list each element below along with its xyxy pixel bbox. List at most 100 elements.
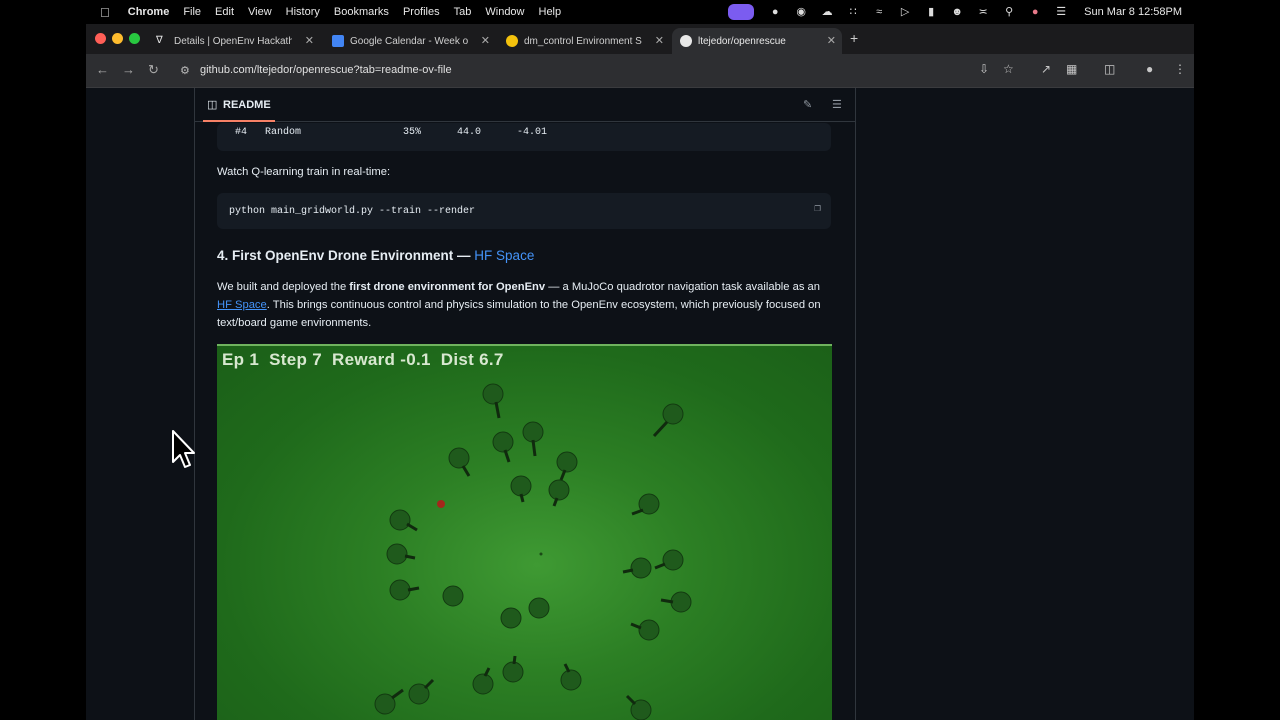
screen-record-icon[interactable] <box>728 4 755 20</box>
tree <box>548 479 570 507</box>
openenv-favicon-icon: ∇ <box>156 35 163 46</box>
tree <box>492 431 514 463</box>
site-info-icon[interactable]: ⚙ <box>180 64 190 77</box>
tree <box>389 509 418 532</box>
search-icon[interactable]: ⚲ <box>1002 6 1016 18</box>
tab-google-calendar[interactable]: Google Calendar - Week of M ✕ <box>324 28 496 54</box>
zoom-window-button[interactable] <box>129 33 140 44</box>
address-bar[interactable]: ⚙ github.com/ltejedor/openrescue?tab=rea… <box>172 58 992 83</box>
code-block: python main_gridworld.py --train --rende… <box>217 193 831 229</box>
drone-simulation-image: Ep 1 Step 7 Reward -0.1 Dist 6.7 <box>217 344 832 720</box>
success-cell: 35% <box>403 127 422 138</box>
outline-list-icon[interactable]: ☰ <box>832 98 842 111</box>
status-icon-1[interactable]: ● <box>768 6 782 18</box>
browser-toolbar: ← → ↻ ⚙ github.com/ltejedor/openrescue?t… <box>86 54 1194 88</box>
tree <box>442 585 464 607</box>
code-line: python main_gridworld.py --train --rende… <box>229 206 476 217</box>
tree <box>654 549 684 571</box>
tab-dm-control[interactable]: dm_control Environment Ser ✕ <box>498 28 670 54</box>
user-icon[interactable]: ☻ <box>950 6 964 18</box>
extensions-puzzle-icon[interactable]: ▦ <box>1066 62 1077 76</box>
minimize-window-button[interactable] <box>112 33 123 44</box>
heading-hf-space-link[interactable]: HF Space <box>474 248 534 263</box>
menu-profiles[interactable]: Profiles <box>403 6 440 18</box>
new-tab-button[interactable]: + <box>850 30 858 46</box>
readme-header: ◫ README ✎ ☰ <box>195 88 855 122</box>
description-paragraph: We built and deployed the first drone en… <box>217 281 821 329</box>
play-icon[interactable]: ▷ <box>898 6 912 18</box>
tree <box>652 403 684 438</box>
agent-cell: Random <box>265 127 302 138</box>
tree <box>389 579 420 601</box>
control-center-icon[interactable]: ☰ <box>1054 6 1068 18</box>
menu-tab[interactable]: Tab <box>454 6 472 18</box>
tree <box>510 475 532 503</box>
tree <box>528 597 550 619</box>
menu-window[interactable]: Window <box>485 6 524 18</box>
reload-icon[interactable]: ↻ <box>148 62 159 78</box>
tab-openenv-details[interactable]: ∇ Details | OpenEnv Hackathon ✕ <box>148 28 320 54</box>
mouse-cursor-icon <box>172 430 195 468</box>
tree <box>500 607 522 629</box>
tree <box>560 663 582 691</box>
extension-icon[interactable]: ↗ <box>1041 62 1051 76</box>
airdrop-icon[interactable]: ≈ <box>872 6 886 18</box>
url-text[interactable]: github.com/ltejedor/openrescue?tab=readm… <box>200 64 452 76</box>
readme-tab-underline <box>203 120 275 122</box>
avatar-icon[interactable]: ● <box>1028 6 1042 18</box>
close-tab-icon[interactable]: ✕ <box>481 34 490 47</box>
apple-icon[interactable]:  <box>100 5 110 20</box>
book-icon: ◫ <box>207 99 218 111</box>
battery-icon[interactable]: ▮ <box>924 6 938 18</box>
tree <box>502 655 524 683</box>
hf-space-link[interactable]: HF Space <box>217 299 267 311</box>
status-icon-3[interactable]: ☁ <box>820 6 834 18</box>
tree <box>482 383 504 419</box>
tree <box>660 591 692 613</box>
status-icon-2[interactable]: ◉ <box>794 6 808 18</box>
page-content: ◫ README ✎ ☰ #4 Random 35% 44.0 -4.01 Wa… <box>86 88 1194 720</box>
wifi-icon[interactable]: ≍ <box>976 6 990 18</box>
menu-history[interactable]: History <box>286 6 320 18</box>
status-area: ● ◉ ☁ ∷ ≈ ▷ ▮ ☻ ≍ ⚲ ● ☰ Sun Mar 8 12:58P… <box>728 0 1280 24</box>
bookmark-star-icon[interactable]: ☆ <box>1003 62 1014 76</box>
copy-icon[interactable]: ❐ <box>814 201 821 215</box>
forward-icon[interactable]: → <box>122 62 135 77</box>
chrome-menu-icon[interactable]: ⋮ <box>1174 62 1186 76</box>
tree-obstacles <box>374 383 692 720</box>
app-menu[interactable]: Chrome <box>128 6 170 18</box>
tree <box>556 451 578 481</box>
calendar-favicon-icon <box>332 35 344 47</box>
readme-tab[interactable]: README <box>223 99 271 111</box>
menu-help[interactable]: Help <box>539 6 562 18</box>
profile-icon[interactable]: ● <box>1146 62 1153 76</box>
menu-edit[interactable]: Edit <box>215 6 234 18</box>
close-tab-icon[interactable]: ✕ <box>655 34 664 47</box>
browser-window: ∇ Details | OpenEnv Hackathon ✕ Google C… <box>86 24 1194 720</box>
tree <box>630 619 660 641</box>
tree <box>374 688 404 715</box>
clock[interactable]: Sun Mar 8 12:58PM <box>1084 6 1182 18</box>
simulation-scene <box>374 383 692 720</box>
tree <box>522 421 544 457</box>
close-tab-icon[interactable]: ✕ <box>305 34 314 47</box>
tree <box>386 543 416 565</box>
menu-view[interactable]: View <box>248 6 272 18</box>
tab-openrescue[interactable]: ltejedor/openrescue ✕ <box>672 28 842 54</box>
rank-cell: #4 <box>235 127 248 138</box>
tree <box>631 493 660 516</box>
grid-icon[interactable]: ∷ <box>846 6 860 18</box>
results-table-row: #4 Random 35% 44.0 -4.01 <box>217 123 831 151</box>
close-window-button[interactable] <box>95 33 106 44</box>
edit-pencil-icon[interactable]: ✎ <box>803 98 812 111</box>
menu-file[interactable]: File <box>183 6 201 18</box>
side-panel-icon[interactable]: ◫ <box>1104 62 1115 76</box>
readme-panel: ◫ README ✎ ☰ #4 Random 35% 44.0 -4.01 Wa… <box>194 88 856 720</box>
back-icon[interactable]: ← <box>96 62 109 77</box>
close-tab-icon[interactable]: ✕ <box>827 34 836 47</box>
tree <box>625 694 652 720</box>
install-app-icon[interactable]: ⇩ <box>979 62 989 76</box>
drone-marker <box>539 552 543 556</box>
avg-steps-cell: 44.0 <box>457 127 482 138</box>
menu-bookmarks[interactable]: Bookmarks <box>334 6 389 18</box>
